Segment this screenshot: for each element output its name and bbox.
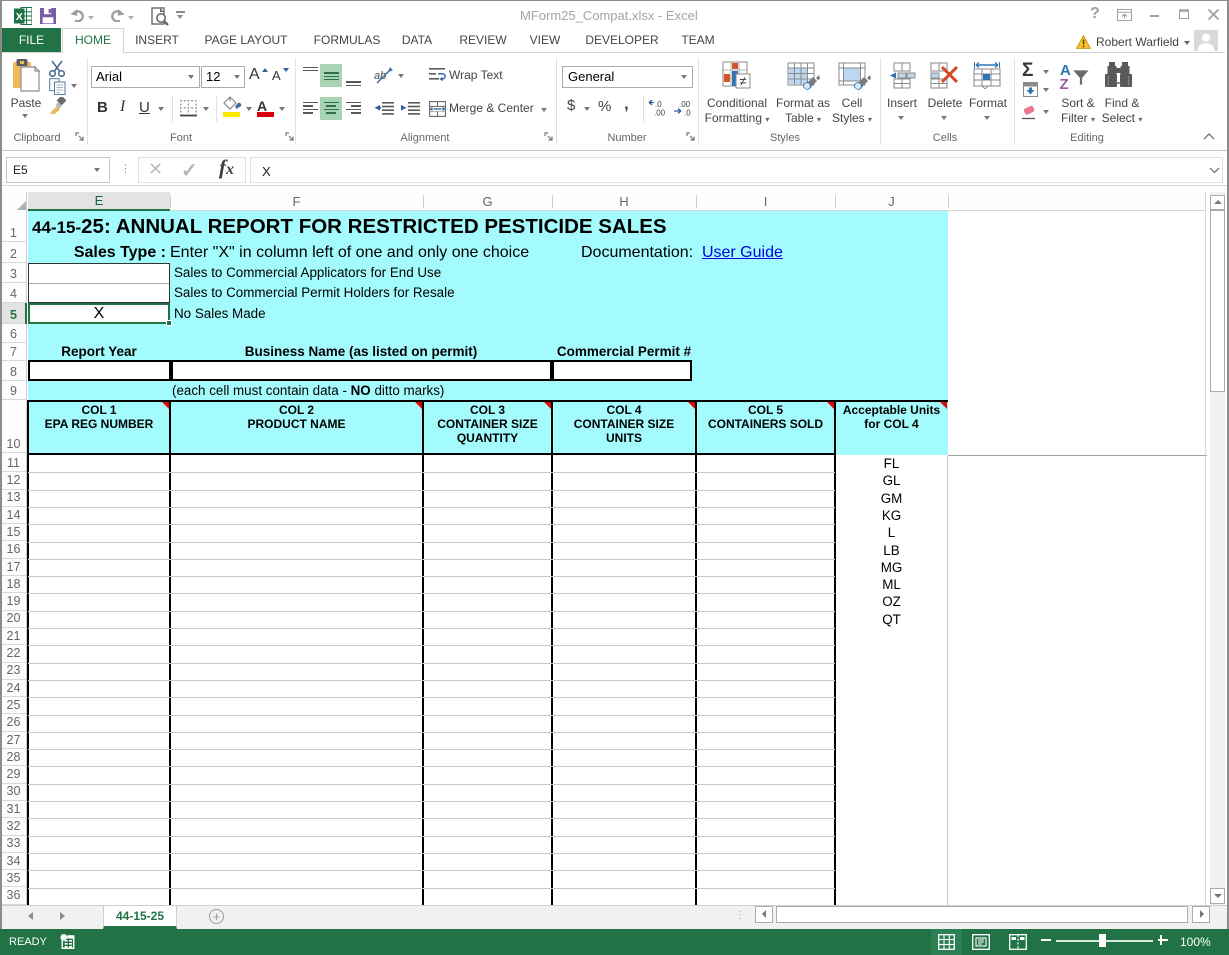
svg-text:≠: ≠ [739, 74, 746, 89]
svg-text:Z: Z [1060, 76, 1069, 90]
svg-text:X: X [16, 11, 23, 23]
svg-text:.0: .0 [684, 109, 691, 117]
svg-text:.00: .00 [654, 109, 666, 117]
